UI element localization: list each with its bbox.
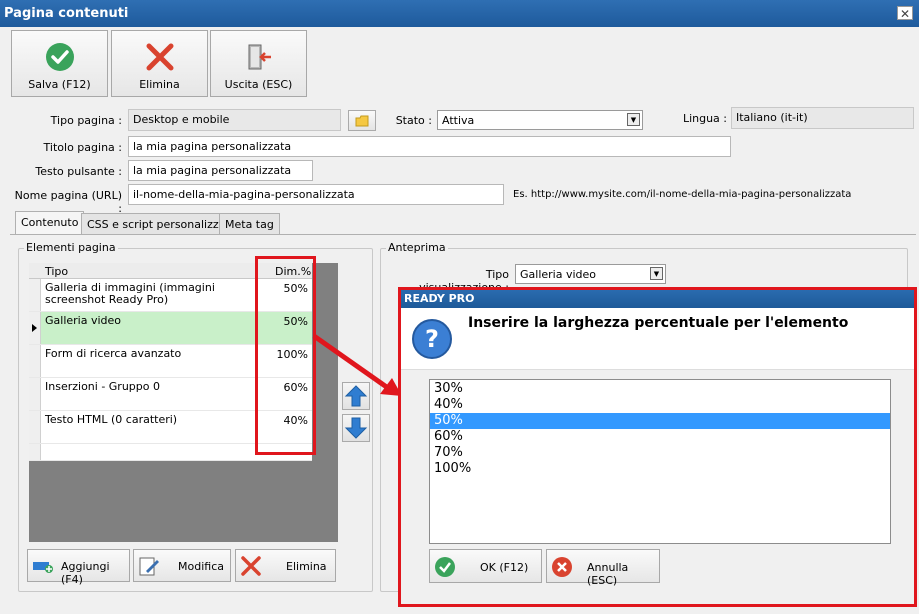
tipo-pagina-label: Tipo pagina :: [50, 114, 122, 127]
remove-label: Elimina: [286, 560, 327, 573]
stato-label: Stato :: [395, 114, 432, 127]
move-down-button[interactable]: [342, 414, 370, 442]
tab-css-script[interactable]: CSS e script personalizzati: [81, 213, 239, 234]
window-titlebar: Pagina contenuti: [0, 0, 919, 27]
row-tipo: Inserzioni - Gruppo 0: [45, 380, 160, 393]
edit-icon: [139, 557, 159, 576]
row-tipo: Form di ricerca avanzato: [45, 347, 182, 360]
add-element-button[interactable]: Aggiungi (F4): [27, 549, 130, 586]
window-title: Pagina contenuti: [4, 6, 129, 21]
col-tipo-header: Tipo: [45, 265, 69, 278]
arrow-down-icon: [344, 417, 368, 439]
red-x-icon: [241, 556, 261, 576]
delete-label: Elimina: [139, 78, 180, 91]
folder-icon: [355, 115, 369, 127]
lingua-label: Lingua :: [682, 112, 727, 125]
red-x-icon: [146, 43, 173, 71]
row-tipo: Galleria di immagini (immagini screensho…: [45, 281, 215, 306]
dialog-highlight: [398, 287, 917, 607]
titolo-label: Titolo pagina :: [43, 141, 122, 154]
tipo-visualizzazione-value: Galleria video: [520, 268, 597, 281]
save-label: Salva (F12): [28, 78, 91, 91]
nome-url-input[interactable]: il-nome-della-mia-pagina-personalizzata: [128, 184, 504, 205]
delete-button[interactable]: Elimina: [111, 30, 208, 97]
red-pointer-arrow: [312, 333, 402, 396]
tab-contenuto[interactable]: Contenuto: [15, 211, 85, 235]
remove-element-button[interactable]: Elimina: [235, 549, 336, 582]
save-button[interactable]: Salva (F12): [11, 30, 108, 97]
stato-select[interactable]: Attiva ▼: [437, 110, 643, 130]
browse-button[interactable]: [348, 110, 376, 131]
edit-label: Modifica: [178, 560, 224, 573]
exit-door-icon: [248, 44, 271, 70]
elementi-group-title: Elementi pagina: [24, 241, 118, 254]
titolo-input[interactable]: la mia pagina personalizzata: [128, 136, 731, 157]
stato-value: Attiva: [442, 114, 475, 127]
exit-label: Uscita (ESC): [224, 78, 293, 91]
tipo-visualizzazione-select[interactable]: Galleria video ▼: [515, 264, 666, 284]
add-icon: [33, 562, 53, 573]
chevron-down-icon: ▼: [650, 267, 663, 280]
edit-element-button[interactable]: Modifica: [133, 549, 231, 582]
checkmark-icon: [45, 43, 74, 71]
row-tipo: Testo HTML (0 caratteri): [45, 413, 178, 426]
exit-button[interactable]: Uscita (ESC): [210, 30, 307, 97]
close-window-button[interactable]: ✕: [897, 6, 913, 21]
chevron-down-icon: ▼: [627, 113, 640, 126]
row-tipo: Galleria video: [45, 314, 122, 327]
dim-column-highlight: [255, 256, 316, 455]
tab-meta-tag[interactable]: Meta tag: [219, 213, 280, 234]
testo-pulsante-input[interactable]: la mia pagina personalizzata: [128, 160, 313, 181]
lingua-field: Italiano (it-it): [731, 107, 914, 129]
row-pointer-icon: [32, 324, 37, 332]
tipo-pagina-field: Desktop e mobile: [128, 109, 341, 131]
anteprima-group-title: Anteprima: [386, 241, 448, 254]
testo-pulsante-label: Testo pulsante :: [35, 165, 122, 178]
add-label: Aggiungi (F4): [61, 560, 110, 586]
url-example-text: Es. http://www.mysite.com/il-nome-della-…: [513, 189, 852, 200]
